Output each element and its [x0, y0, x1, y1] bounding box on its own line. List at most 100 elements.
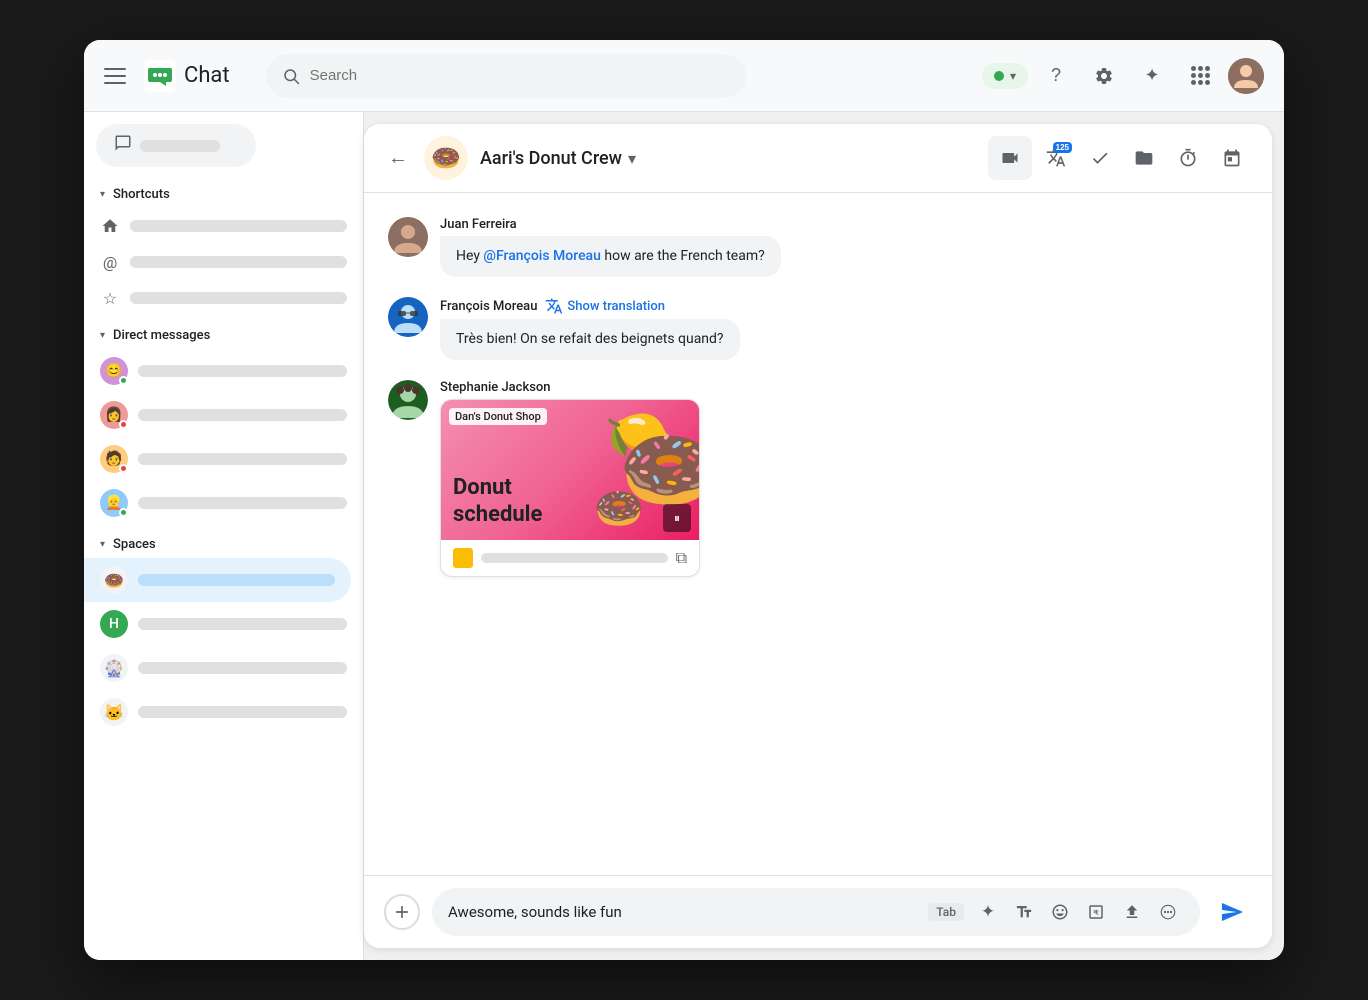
sidebar-item-dm-2[interactable]: 👩 [84, 393, 363, 437]
search-bar[interactable] [266, 54, 746, 98]
input-icons: ✦ [972, 896, 1184, 928]
translate-button[interactable]: 125 [1036, 138, 1076, 178]
sidebar-item-dm-3[interactable]: 🧑 [84, 437, 363, 481]
stephanie-sender-name: Stephanie Jackson [440, 380, 551, 395]
chat-header: ← 🍩 Aari's Donut Crew ▾ [364, 124, 1272, 193]
new-chat-area [96, 124, 351, 167]
message-input-box[interactable]: Awesome, sounds like fun Tab ✦ [432, 888, 1200, 936]
space-donut-icon: 🍩 [100, 566, 128, 594]
message-input-text[interactable]: Awesome, sounds like fun [448, 903, 920, 921]
dm-2-label-bar [138, 409, 347, 421]
juan-sender-name: Juan Ferreira [440, 217, 517, 232]
sidebar: ▾ Shortcuts @ ☆ ▾ Direct messages [84, 112, 364, 960]
card-preview-icon [453, 548, 473, 568]
show-translation-link[interactable]: Show translation [567, 299, 665, 314]
donut-card-footer: ⧉ [441, 540, 699, 576]
browser-window: Chat ▾ ? ✦ [84, 40, 1284, 960]
help-button[interactable]: ? [1036, 56, 1076, 96]
dm-1-label-bar [138, 365, 347, 377]
messages-area: Juan Ferreira Hey @François Moreau how a… [364, 193, 1272, 875]
app-title: Chat [184, 63, 230, 88]
folder-icon [1134, 148, 1154, 168]
dm-3-label-bar [138, 453, 347, 465]
sidebar-item-mentions[interactable]: @ [84, 244, 363, 280]
direct-messages-section-header[interactable]: ▾ Direct messages [84, 324, 363, 349]
juan-avatar [388, 217, 428, 257]
more-options-button[interactable] [1152, 896, 1184, 928]
new-chat-label-bar [140, 140, 220, 152]
apps-grid-icon [1191, 66, 1210, 85]
card-pause-button[interactable]: ⏸ [663, 504, 691, 532]
calendar-button[interactable] [1212, 138, 1252, 178]
direct-messages-label: Direct messages [113, 328, 210, 343]
donut-schedule-text: Donut schedule [453, 475, 542, 528]
search-icon [282, 67, 300, 85]
francois-avatar-image [388, 297, 428, 337]
online-status-4 [119, 508, 128, 517]
space-donut-label-bar [138, 574, 335, 586]
avatar-image [1228, 58, 1264, 94]
gemini-input-button[interactable]: ✦ [972, 896, 1004, 928]
video-call-button[interactable] [988, 136, 1032, 180]
sidebar-item-space-h[interactable]: H [84, 602, 363, 646]
sidebar-item-dm-1[interactable]: 😊 [84, 349, 363, 393]
input-area: Awesome, sounds like fun Tab ✦ [364, 875, 1272, 948]
francois-sender-name: François Moreau [440, 299, 537, 314]
juan-message-content: Juan Ferreira Hey @François Moreau how a… [440, 217, 1248, 277]
mentions-icon: @ [100, 252, 120, 272]
send-icon [1220, 900, 1244, 924]
show-translation-area[interactable]: Show translation [545, 297, 665, 315]
spaces-label: Spaces [113, 537, 156, 552]
sidebar-item-space-cat[interactable]: 🐱 [84, 690, 363, 734]
tasks-button[interactable] [1080, 138, 1120, 178]
francois-sender-line: François Moreau Show translation [440, 297, 1248, 315]
chat-title-chevron-icon[interactable]: ▾ [628, 149, 636, 168]
user-avatar[interactable] [1228, 58, 1264, 94]
send-button[interactable] [1212, 892, 1252, 932]
brand-logo: Chat [144, 60, 230, 92]
donut-card: Dan's Donut Shop Donut schedule 🍋 🍩 🍩 ⏸ [440, 399, 700, 577]
donut-shop-label: Dan's Donut Shop [449, 408, 547, 425]
donut-card-image: Dan's Donut Shop Donut schedule 🍋 🍩 🍩 ⏸ [441, 400, 699, 540]
shortcuts-section-header[interactable]: ▾ Shortcuts [84, 183, 363, 208]
sidebar-item-space-ferris[interactable]: 🎡 [84, 646, 363, 690]
gemini-button[interactable]: ✦ [1132, 56, 1172, 96]
status-button[interactable]: ▾ [982, 63, 1028, 89]
chat-title-area: Aari's Donut Crew ▾ [480, 148, 976, 169]
settings-button[interactable] [1084, 56, 1124, 96]
chat-title: Aari's Donut Crew [480, 148, 622, 169]
copy-icon[interactable]: ⧉ [676, 548, 687, 568]
spaces-section-header[interactable]: ▾ Spaces [84, 533, 363, 558]
mentions-label-bar [130, 256, 347, 268]
folder-button[interactable] [1124, 138, 1164, 178]
apps-button[interactable] [1180, 56, 1220, 96]
upload-button[interactable] [1116, 896, 1148, 928]
emoji-button[interactable] [1044, 896, 1076, 928]
video-icon [1000, 148, 1020, 168]
shortcuts-label: Shortcuts [113, 187, 170, 202]
juan-avatar-image [388, 217, 428, 257]
hamburger-menu[interactable] [104, 64, 128, 88]
gif-icon [1087, 903, 1105, 921]
sidebar-item-space-donut[interactable]: 🍩 [84, 558, 351, 602]
sidebar-item-dm-4[interactable]: 👱 [84, 481, 363, 525]
more-options-icon [1159, 903, 1177, 921]
space-ferris-label-bar [138, 662, 347, 674]
timer-button[interactable] [1168, 138, 1208, 178]
search-input[interactable] [310, 67, 730, 84]
home-label-bar [130, 220, 347, 232]
sidebar-item-starred[interactable]: ☆ [84, 280, 363, 316]
top-right-actions: ▾ ? ✦ [982, 56, 1264, 96]
gif-button[interactable] [1080, 896, 1112, 928]
francois-avatar [388, 297, 428, 337]
new-chat-button[interactable] [96, 124, 256, 167]
format-button[interactable] [1008, 896, 1040, 928]
add-attachment-button[interactable] [384, 894, 420, 930]
sidebar-item-home[interactable] [84, 208, 363, 244]
back-button[interactable]: ← [384, 143, 412, 174]
main-layout: ▾ Shortcuts @ ☆ ▾ Direct messages [84, 112, 1284, 960]
juan-message-bubble: Hey @François Moreau how are the French … [440, 236, 781, 277]
chat-logo-icon [144, 60, 176, 92]
juan-sender-line: Juan Ferreira [440, 217, 1248, 232]
chat-panel: ← 🍩 Aari's Donut Crew ▾ [364, 124, 1272, 948]
